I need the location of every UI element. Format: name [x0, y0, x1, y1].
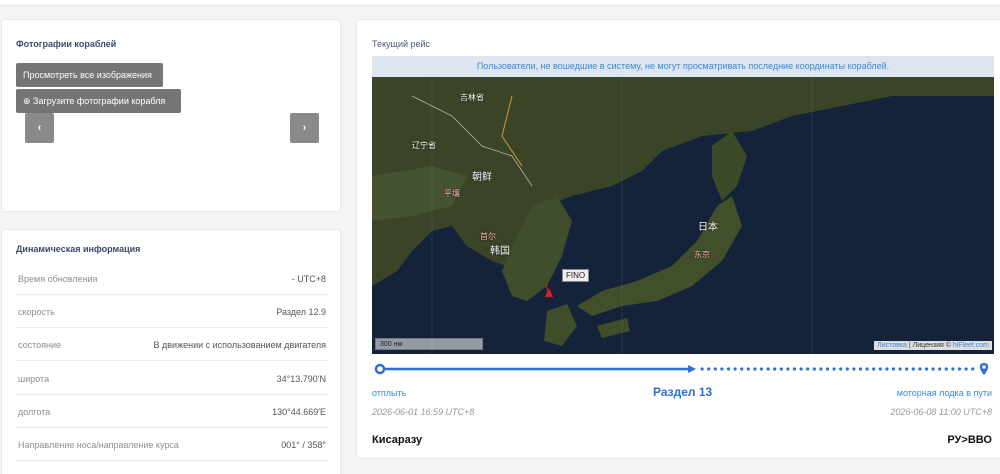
map-label-japan: 日本 [698, 222, 718, 233]
map-attribution: Листовка | Лицензия © hiFleet.com [874, 341, 992, 350]
route-remaining-dot [832, 367, 836, 371]
route-progress-arrow [688, 365, 697, 373]
info-value: В движении с использованием двигателя [153, 340, 326, 350]
info-label: скорость [18, 307, 55, 317]
map-label-pyongyang: 平壤 [444, 189, 460, 198]
route-remaining-dot [726, 367, 731, 371]
ship-photos-card: Фотографии кораблей Просмотреть все изоб… [1, 19, 341, 212]
route-remaining-dot [891, 367, 896, 371]
prev-photo-button[interactable]: ‹ [25, 113, 54, 143]
route-start-circle [374, 363, 386, 375]
map-label-liaoning: 辽宁省 [412, 141, 436, 150]
route-remaining-dot [759, 367, 764, 371]
route-remaining-dot [878, 367, 882, 371]
route-remaining-dot [792, 367, 797, 371]
eta-time: 2026-06-08 11:00 UTC+8 [890, 407, 992, 417]
info-row-update-time: Время обновления - UTC+8 [16, 262, 328, 295]
route-remaining-dot [713, 367, 717, 371]
route-remaining-dot [924, 367, 929, 371]
voyage-section-label: Раздел 13 [653, 385, 713, 399]
ship-name-tag[interactable]: FINO [562, 269, 590, 282]
route-remaining-dot [740, 367, 744, 371]
info-row-heading: Направление носа/направление курса 001° … [16, 428, 328, 461]
current-voyage-card: Текущий рейс Пользователи, не вошедшие в… [356, 19, 1000, 459]
route-remaining-dot [865, 367, 869, 371]
destination-port: РУ>ВВО [947, 434, 992, 446]
route-remaining-dot [845, 367, 849, 371]
map-label-tokyo: 东京 [694, 250, 710, 259]
upload-photos-button[interactable]: ⊕ Загрузите фотографии корабля [16, 89, 181, 113]
info-label: долгота [18, 407, 51, 417]
route-remaining-dot [957, 367, 962, 371]
info-label: состояние [18, 340, 62, 350]
route-remaining-dot [938, 367, 942, 371]
map-label-jilin: 吉林省 [460, 93, 484, 102]
dynamic-info-title: Динамическая информация [16, 244, 141, 254]
departure-port: Кисаразу [372, 434, 423, 446]
attribution-separator: | Лицензия © [906, 342, 953, 349]
route-remaining-dot [819, 367, 823, 371]
info-value: - UTC+8 [291, 274, 326, 284]
route-remaining-dot [971, 367, 975, 371]
route-remaining-dot [806, 367, 810, 371]
route-remaining-dot [825, 367, 830, 371]
route-remaining-dot [746, 367, 750, 371]
voyage-progress-route [374, 363, 989, 375]
route-remaining-dot [766, 367, 770, 371]
login-required-banner: Пользователи, не вошедшие в систему, не … [372, 56, 994, 77]
info-label: широта [18, 374, 50, 384]
route-remaining-dot [905, 367, 909, 371]
route-remaining-dot [733, 367, 737, 371]
info-value: 34°13.790'N [276, 374, 326, 384]
route-remaining-dot [944, 367, 948, 371]
route-remaining-dot [786, 367, 790, 371]
map-scale-bar: 300 нм [375, 338, 483, 350]
route-remaining-dot [858, 367, 863, 371]
top-strip [0, 0, 1000, 6]
view-all-images-button[interactable]: Просмотреть все изображения [16, 63, 163, 87]
destination-pin-icon [979, 363, 989, 375]
route-remaining-dot [799, 367, 803, 371]
route-remaining-dot [852, 367, 856, 371]
hifleet-link[interactable]: hiFleet.com [953, 342, 989, 349]
route-remaining-dot [773, 367, 777, 371]
destination-pin-dot [982, 365, 986, 369]
route-remaining-dot [700, 367, 704, 371]
route-remaining-dot [964, 367, 968, 371]
departure-time: 2026-06-01 16:59 UTC+8 [372, 407, 475, 417]
leaflet-link[interactable]: Листовка [877, 342, 907, 349]
info-row-speed: скорость Раздел 12.9 [16, 295, 328, 328]
map-label-dprk: 朝鲜 [472, 172, 492, 183]
route-remaining-dot [753, 367, 757, 371]
route-remaining-dot [779, 367, 783, 371]
route-remaining-dot [931, 367, 935, 371]
map-label-seoul: 首尔 [480, 232, 496, 241]
route-remaining-dot [951, 367, 955, 371]
route-remaining-dot [707, 367, 711, 371]
map-label-korea: 韩国 [490, 246, 510, 257]
route-remaining-dot [839, 367, 843, 371]
current-voyage-title: Текущий рейс [372, 39, 431, 49]
info-value: 001° / 358° [281, 440, 326, 450]
route-remaining-dot [720, 367, 724, 371]
route-remaining-dot [812, 367, 816, 371]
route-remaining-dot [885, 367, 889, 371]
voyage-map[interactable]: Пользователи, не вошедшие в систему, не … [372, 56, 994, 354]
route-remaining-dot [918, 367, 922, 371]
info-label: Время обновления [18, 274, 98, 284]
dynamic-info-card: Динамическая информация Время обновления… [1, 229, 341, 474]
info-row-latitude: широта 34°13.790'N [16, 362, 328, 395]
route-remaining-dot [872, 367, 876, 371]
route-remaining-dot [911, 367, 915, 371]
info-row-status: состояние В движении с использованием дв… [16, 328, 328, 361]
ship-photos-title: Фотографии кораблей [16, 39, 117, 49]
voyage-status-label: моторная лодка в пути [896, 388, 992, 398]
info-row-longitude: долгота 130°44.669'E [16, 395, 328, 428]
route-remaining-dot [898, 367, 902, 371]
departure-label: отплыть [372, 388, 407, 398]
next-photo-button[interactable]: › [290, 113, 319, 143]
info-value: 130°44.669'E [272, 407, 326, 417]
info-value: Раздел 12.9 [276, 307, 326, 317]
info-label: Направление носа/направление курса [18, 440, 179, 450]
